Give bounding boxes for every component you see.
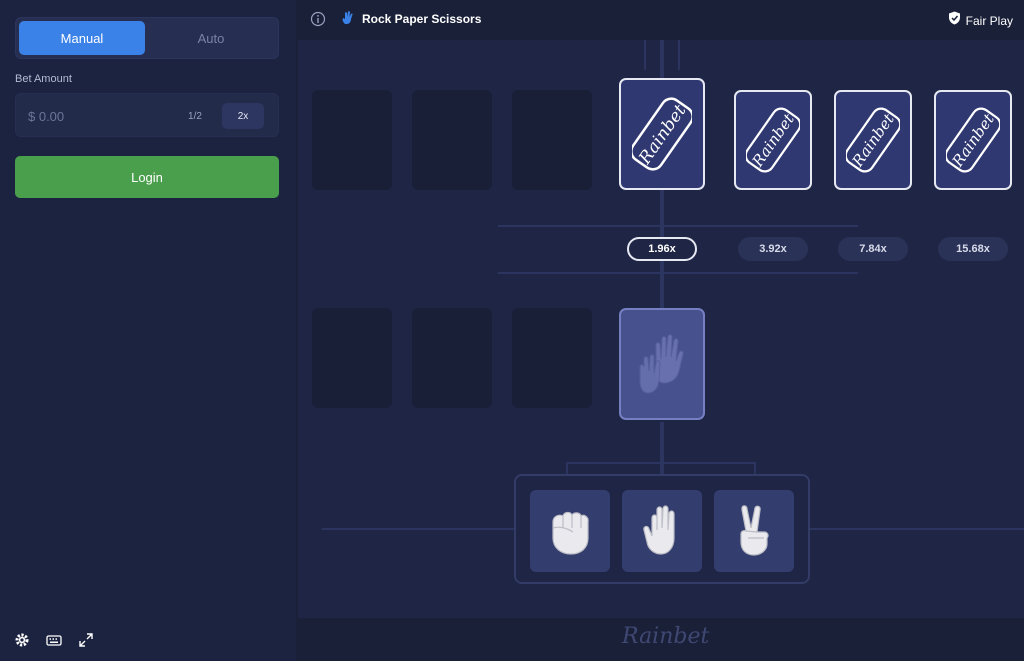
connector-line [498, 225, 858, 227]
bottom-toolbar [14, 632, 94, 648]
peace-hand-icon [740, 505, 769, 556]
scissors-button[interactable] [714, 490, 794, 572]
empty-card-slot [312, 308, 392, 408]
empty-card-slot [412, 90, 492, 190]
empty-card-slot [412, 308, 492, 408]
open-hand-icon [643, 505, 675, 555]
connector-line [678, 40, 680, 70]
bet-amount-input[interactable] [28, 106, 168, 126]
connector-line [810, 528, 1024, 530]
game-title: Rock Paper Scissors [362, 12, 482, 26]
connector-line [660, 40, 664, 80]
fair-play-button[interactable]: Fair Play [948, 11, 1013, 30]
mode-toggle: Manual Auto [15, 17, 279, 59]
empty-card-slot [312, 90, 392, 190]
face-down-card: Rainbet [734, 90, 812, 190]
manual-tab[interactable]: Manual [19, 21, 145, 55]
multiplier-badge: 1.96x [627, 237, 697, 261]
connector-line [566, 462, 756, 464]
bet-amount-box: 1/2 2x [15, 93, 279, 137]
empty-card-slot [512, 308, 592, 408]
shield-check-icon [948, 11, 961, 30]
sidebar: Manual Auto Bet Amount 1/2 2x Login [0, 0, 296, 661]
multiplier-badge: 7.84x [838, 237, 908, 261]
multiplier-badge: 15.68x [938, 237, 1008, 261]
connector-line [498, 272, 858, 274]
fair-play-label: Fair Play [965, 13, 1013, 28]
hand-icon [341, 10, 355, 26]
connector-line [322, 528, 514, 530]
paper-button[interactable] [622, 490, 702, 572]
info-icon[interactable] [310, 11, 326, 27]
empty-card-slot [512, 90, 592, 190]
current-pick-card [619, 308, 705, 420]
hands-icon [639, 334, 684, 394]
login-button[interactable]: Login [15, 156, 279, 198]
gear-icon[interactable] [14, 632, 30, 648]
rock-button[interactable] [530, 490, 610, 572]
face-down-card: Rainbet [619, 78, 705, 190]
double-bet-button[interactable]: 2x [222, 103, 264, 129]
half-bet-button[interactable]: 1/2 [174, 103, 216, 129]
fullscreen-icon[interactable] [78, 632, 94, 648]
multiplier-badge: 3.92x [738, 237, 808, 261]
bet-amount-label: Bet Amount [15, 73, 72, 85]
connector-line [660, 422, 664, 474]
rainbet-logo-icon: Rainbet [946, 107, 1000, 173]
keyboard-icon[interactable] [46, 632, 62, 648]
game-board: Rainbet Rainbet Rainbet Rainbet 1.96x 3.… [298, 40, 1024, 618]
connector-line [644, 40, 646, 70]
fist-icon [552, 511, 589, 555]
face-down-card: Rainbet [834, 90, 912, 190]
rainbet-logo-icon: Rainbet [846, 107, 900, 173]
face-down-card: Rainbet [934, 90, 1012, 190]
top-bar: Rock Paper Scissors Fair Play [296, 0, 1024, 38]
footer-logo: Rainbet [622, 624, 710, 649]
rainbet-logo-icon: Rainbet [746, 107, 800, 173]
rainbet-logo-icon: Rainbet [632, 97, 692, 171]
choice-panel [514, 474, 810, 584]
auto-tab[interactable]: Auto [148, 21, 274, 55]
